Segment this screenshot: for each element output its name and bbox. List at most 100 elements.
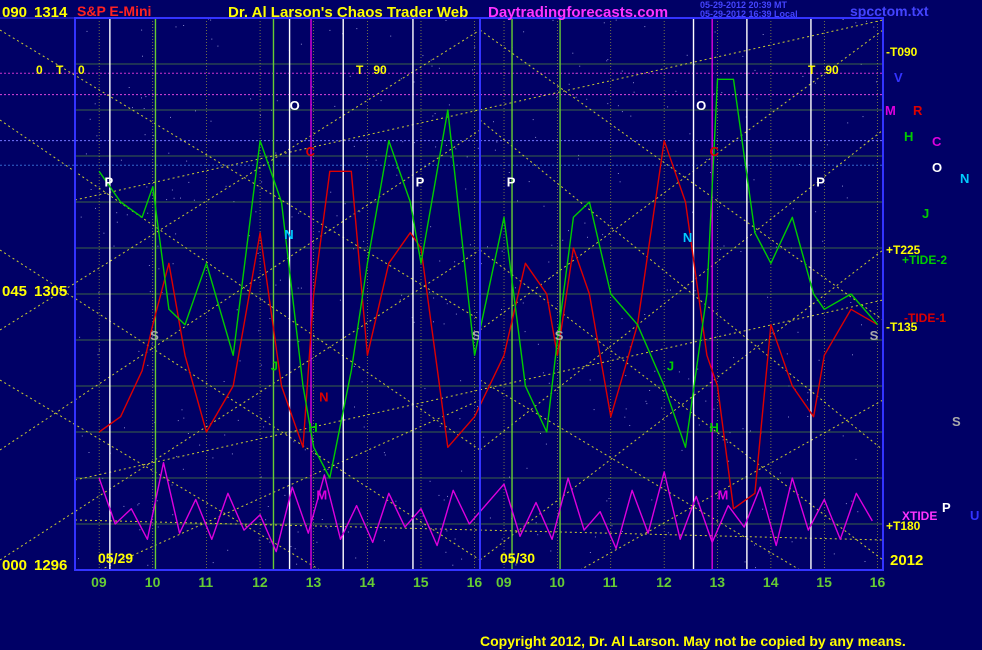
star-dot bbox=[454, 261, 456, 263]
planet-marker: M bbox=[316, 487, 327, 502]
star-dot bbox=[459, 418, 461, 420]
star-dot bbox=[523, 31, 525, 33]
star-dot bbox=[706, 159, 708, 160]
star-dot bbox=[98, 349, 100, 351]
planet-marker: M bbox=[718, 487, 729, 502]
star-dot bbox=[383, 452, 385, 454]
left-angle-bottom: 000 bbox=[2, 557, 27, 574]
star-dot bbox=[138, 350, 140, 352]
star-dot bbox=[413, 321, 415, 323]
star-dot bbox=[548, 382, 550, 384]
star-dot bbox=[294, 548, 296, 550]
star-dot bbox=[96, 135, 98, 137]
star-dot bbox=[719, 206, 720, 208]
planet-p-label: P bbox=[942, 500, 951, 515]
star-dot bbox=[452, 564, 454, 566]
star-dot bbox=[528, 181, 530, 183]
star-dot bbox=[445, 551, 447, 553]
star-dot bbox=[187, 433, 189, 434]
star-dot bbox=[421, 404, 423, 406]
chart-background bbox=[0, 0, 982, 650]
star-dot bbox=[275, 152, 277, 154]
star-dot bbox=[430, 59, 432, 61]
star-dot bbox=[762, 508, 764, 510]
star-dot bbox=[587, 236, 588, 238]
star-dot bbox=[148, 265, 150, 266]
star-dot bbox=[494, 149, 496, 151]
star-dot bbox=[269, 541, 271, 543]
star-dot bbox=[183, 25, 185, 26]
star-dot bbox=[183, 417, 185, 419]
star-dot bbox=[857, 511, 859, 513]
star-dot bbox=[807, 399, 808, 401]
planet-marker: S bbox=[870, 328, 879, 343]
star-dot bbox=[166, 199, 168, 201]
planet-marker: O bbox=[290, 98, 300, 113]
star-dot bbox=[445, 144, 447, 146]
star-dot bbox=[864, 561, 866, 562]
left-t-label: T bbox=[56, 63, 64, 77]
page-title: Dr. Al Larson's Chaos Trader Web bbox=[228, 4, 468, 21]
star-dot bbox=[88, 452, 90, 453]
price-top: 1314 bbox=[34, 4, 68, 21]
star-dot bbox=[175, 233, 177, 235]
star-dot bbox=[535, 522, 537, 524]
star-dot bbox=[336, 215, 338, 217]
star-dot bbox=[688, 378, 690, 380]
star-dot bbox=[210, 19, 212, 21]
star-dot bbox=[689, 133, 691, 135]
star-dot bbox=[116, 221, 118, 223]
star-dot bbox=[455, 313, 457, 315]
star-dot bbox=[171, 189, 173, 191]
star-dot bbox=[496, 141, 498, 143]
planet-marker: P bbox=[507, 175, 516, 190]
star-dot bbox=[276, 100, 278, 102]
hour-tick-label: 12 bbox=[252, 574, 268, 590]
star-dot bbox=[258, 539, 260, 541]
star-dot bbox=[666, 289, 668, 291]
star-dot bbox=[175, 26, 177, 28]
star-dot bbox=[339, 299, 341, 301]
star-dot bbox=[842, 185, 843, 187]
star-dot bbox=[633, 91, 635, 93]
star-dot bbox=[431, 65, 433, 67]
planet-j-label: J bbox=[922, 206, 929, 221]
star-dot bbox=[562, 239, 564, 241]
star-dot bbox=[156, 500, 158, 502]
star-dot bbox=[522, 302, 524, 304]
star-dot bbox=[255, 211, 257, 213]
star-dot bbox=[483, 436, 485, 438]
star-dot bbox=[258, 330, 260, 332]
star-dot bbox=[224, 434, 226, 436]
star-dot bbox=[621, 70, 623, 72]
star-dot bbox=[279, 279, 281, 281]
star-dot bbox=[210, 120, 212, 122]
star-dot bbox=[422, 526, 423, 528]
star-dot bbox=[842, 435, 844, 437]
planet-marker: N bbox=[683, 230, 692, 245]
star-dot bbox=[501, 250, 503, 252]
star-dot bbox=[450, 156, 452, 158]
star-dot bbox=[361, 381, 363, 383]
planet-marker: N bbox=[319, 389, 328, 404]
star-dot bbox=[697, 368, 699, 370]
star-dot bbox=[327, 468, 329, 470]
star-dot bbox=[617, 105, 619, 107]
star-dot bbox=[95, 207, 96, 209]
star-dot bbox=[551, 244, 553, 246]
star-dot bbox=[137, 504, 139, 506]
star-dot bbox=[726, 441, 728, 443]
star-dot bbox=[434, 113, 436, 115]
star-dot bbox=[661, 407, 663, 409]
star-dot bbox=[116, 212, 118, 214]
star-dot bbox=[720, 249, 722, 251]
star-dot bbox=[710, 172, 711, 173]
star-dot bbox=[791, 541, 793, 543]
star-dot bbox=[263, 426, 265, 428]
star-dot bbox=[749, 430, 751, 432]
star-dot bbox=[439, 260, 441, 262]
star-dot bbox=[120, 159, 122, 161]
hour-tick-label: 14 bbox=[359, 574, 375, 590]
star-dot bbox=[446, 303, 448, 305]
star-dot bbox=[501, 309, 502, 310]
